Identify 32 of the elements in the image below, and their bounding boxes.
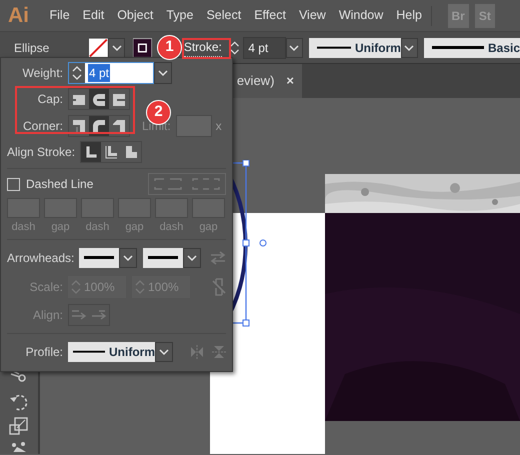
app-logo: Ai [8, 2, 29, 29]
stroke-weight-field[interactable]: 4 pt [243, 36, 286, 58]
field-value: 4 pt [88, 64, 110, 82]
stroke-link[interactable]: Stroke: [184, 38, 222, 57]
menu-item[interactable]: Type [160, 6, 200, 25]
dropdown-value: Basic [488, 40, 520, 56]
dropdown-value: Uniform [354, 40, 401, 56]
tab-title: eview) [236, 72, 274, 90]
menu-item[interactable]: Select [200, 6, 248, 25]
field-label: Align Stroke: [7, 144, 76, 160]
profile-dropdown[interactable]: Uniform [68, 342, 155, 362]
menu-item[interactable]: Window [332, 6, 390, 25]
field-label: Arrowheads: [7, 250, 74, 267]
checkbox-label: Dashed Line [26, 176, 94, 193]
field-label: Weight: [22, 64, 63, 82]
field-label: Profile: [24, 344, 63, 361]
menu-item[interactable]: Help [390, 6, 428, 25]
field-value: 4 pt [248, 40, 268, 56]
menu-item[interactable]: View [292, 6, 332, 25]
field-label: Corner: [22, 118, 63, 134]
menu-item[interactable]: Edit [76, 6, 111, 25]
weight-field[interactable]: 4 pt [68, 62, 154, 84]
tab-close-button[interactable]: × [286, 71, 294, 91]
field-label: Cap: [36, 90, 63, 108]
menu-item[interactable]: File [43, 6, 76, 25]
menu-item[interactable]: Effect [248, 6, 292, 25]
menu-item[interactable]: Object [110, 6, 160, 25]
object-type-label: Ellipse [14, 40, 50, 56]
unit-label: x [216, 118, 222, 134]
brush-dropdown[interactable]: Basic [424, 38, 520, 58]
profile-dropdown[interactable]: Uniform [308, 38, 401, 58]
dropdown-value: Uniform [109, 344, 155, 361]
